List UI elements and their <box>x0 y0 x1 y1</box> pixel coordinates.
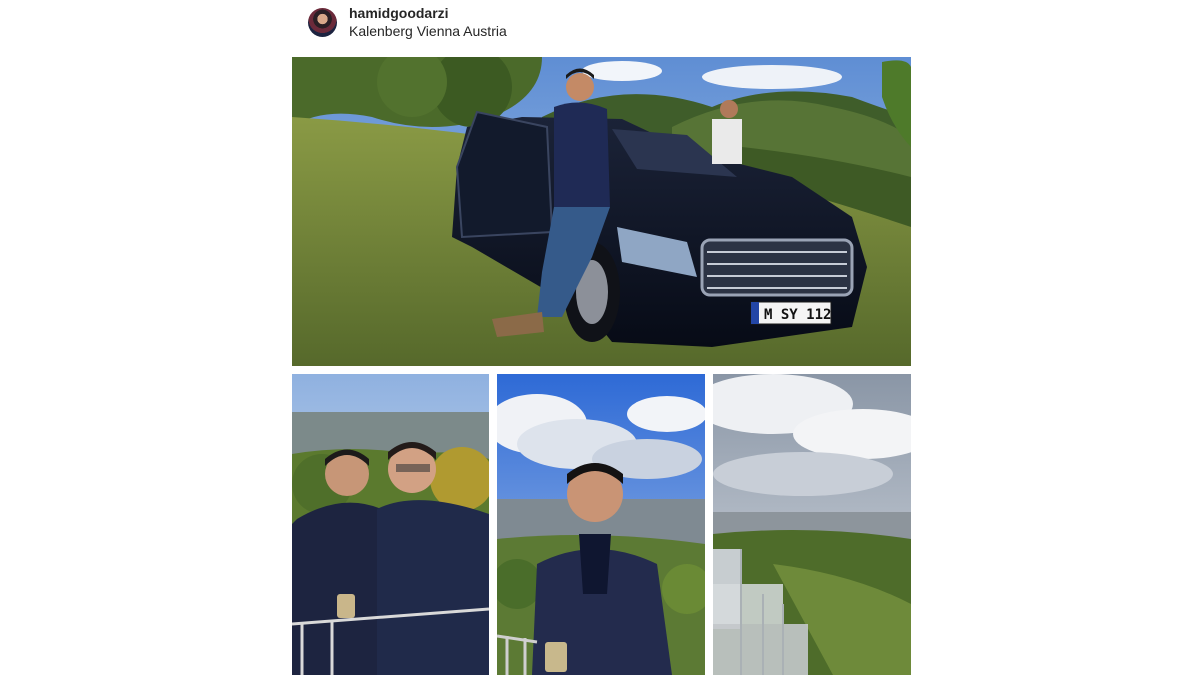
location-link[interactable]: Kalenberg Vienna Austria <box>349 23 507 39</box>
post-header: hamidgoodarzi Kalenberg Vienna Austria <box>291 0 911 50</box>
user-avatar[interactable] <box>308 8 337 37</box>
photo-man-city-view[interactable] <box>497 374 705 675</box>
photo-city-panorama[interactable] <box>713 374 911 675</box>
photo-car-hillside[interactable]: M SY 112 <box>292 57 911 366</box>
username-link[interactable]: hamidgoodarzi <box>349 5 449 21</box>
photo-two-men-selfie[interactable] <box>292 374 489 675</box>
instagram-post: hamidgoodarzi Kalenberg Vienna Austria M… <box>291 0 911 675</box>
license-plate-text: M SY 112 <box>764 307 831 323</box>
